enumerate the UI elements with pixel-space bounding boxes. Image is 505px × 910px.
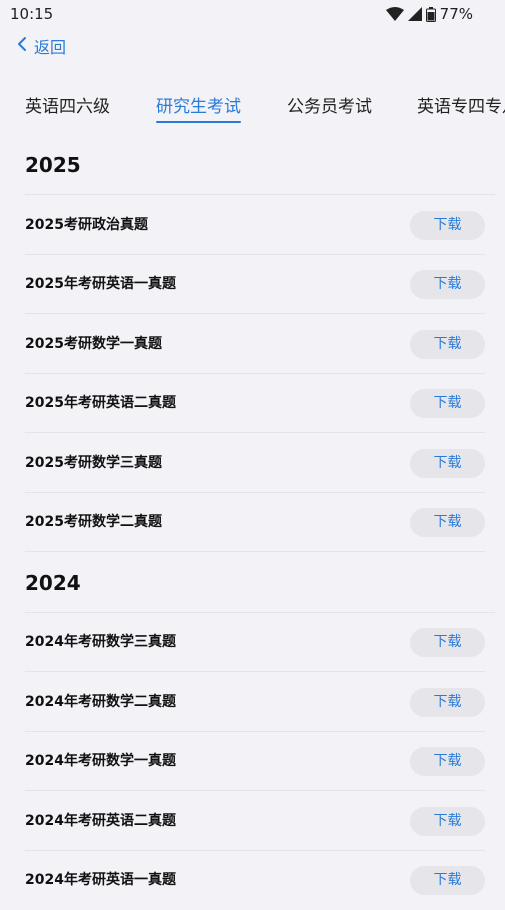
download-button[interactable]: 下载	[410, 628, 485, 657]
divider	[25, 671, 485, 672]
list-item: 2025考研政治真题 下载	[25, 196, 485, 255]
item-title: 2025考研数学二真题	[25, 514, 162, 530]
list-item: 2024年考研数学三真题 下载	[25, 613, 485, 672]
tab-tem[interactable]: 英语专四专八	[417, 92, 505, 123]
tab-cet[interactable]: 英语四六级	[25, 92, 110, 123]
download-button[interactable]: 下载	[410, 330, 485, 359]
divider	[25, 313, 485, 314]
divider	[25, 551, 485, 552]
divider	[25, 790, 485, 791]
download-button[interactable]: 下载	[410, 270, 485, 299]
battery-icon	[425, 6, 436, 22]
tab-civil-service[interactable]: 公务员考试	[287, 92, 372, 123]
divider	[25, 432, 485, 433]
battery-percent: 77%	[439, 5, 473, 23]
signal-icon	[407, 7, 422, 21]
list-item: 2024年考研英语一真题 下载	[25, 851, 485, 910]
download-button[interactable]: 下载	[410, 449, 485, 478]
status-icons: 77%	[385, 5, 473, 23]
download-button[interactable]: 下载	[410, 508, 485, 537]
item-title: 2025考研数学三真题	[25, 455, 162, 471]
list-item: 2024年考研数学一真题 下载	[25, 732, 485, 791]
divider	[25, 194, 495, 195]
list-item: 2025考研数学二真题 下载	[25, 493, 485, 552]
download-button[interactable]: 下载	[410, 807, 485, 836]
item-title: 2024年考研英语一真题	[25, 872, 176, 888]
download-button[interactable]: 下载	[410, 688, 485, 717]
status-time: 10:15	[10, 5, 54, 23]
item-title: 2025年考研英语二真题	[25, 395, 176, 411]
list-item: 2025考研数学一真题 下载	[25, 315, 485, 374]
list-item: 2024年考研英语二真题 下载	[25, 792, 485, 851]
item-title: 2025考研政治真题	[25, 217, 148, 233]
chevron-left-icon	[16, 36, 28, 56]
item-title: 2024年考研数学三真题	[25, 634, 176, 650]
list-item: 2025考研数学三真题 下载	[25, 434, 485, 493]
list-item: 2025年考研英语二真题 下载	[25, 374, 485, 433]
back-button[interactable]: 返回	[16, 35, 66, 57]
item-title: 2024年考研数学一真题	[25, 753, 176, 769]
section-year-2024: 2024	[25, 571, 81, 595]
download-button[interactable]: 下载	[410, 866, 485, 895]
status-bar: 10:15 77%	[0, 0, 505, 28]
list-item: 2024年考研数学二真题 下载	[25, 673, 485, 732]
tab-postgraduate[interactable]: 研究生考试	[156, 92, 241, 123]
download-button[interactable]: 下载	[410, 747, 485, 776]
download-button[interactable]: 下载	[410, 211, 485, 240]
download-button[interactable]: 下载	[410, 389, 485, 418]
back-label: 返回	[34, 38, 67, 57]
wifi-icon	[385, 7, 404, 21]
item-title: 2025年考研英语一真题	[25, 276, 176, 292]
category-tabs: 英语四六级 研究生考试 公务员考试 英语专四专八	[0, 92, 505, 128]
section-year-2025: 2025	[25, 153, 81, 177]
item-title: 2025考研数学一真题	[25, 336, 162, 352]
list-item: 2025年考研英语一真题 下载	[25, 255, 485, 314]
item-title: 2024年考研数学二真题	[25, 694, 176, 710]
item-title: 2024年考研英语二真题	[25, 813, 176, 829]
